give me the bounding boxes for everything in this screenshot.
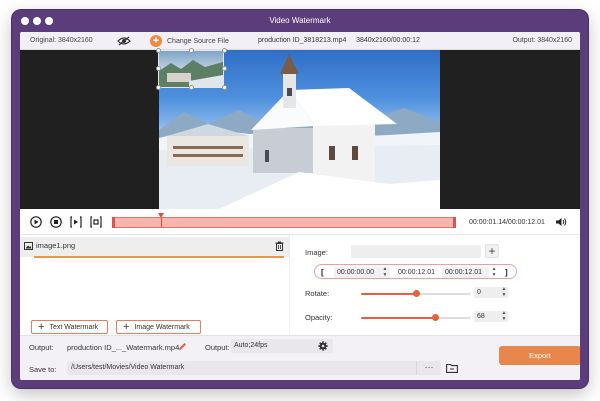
set-start-bracket-icon[interactable]: [ — [321, 268, 324, 277]
play-icon[interactable] — [30, 216, 42, 228]
export-bar: Output: production ID_..._Watermark.mp4 … — [20, 335, 580, 380]
add-icon: + — [150, 35, 162, 47]
next-frame-icon[interactable] — [70, 216, 82, 228]
rotate-slider-fill — [361, 293, 416, 295]
add-image-watermark-button[interactable]: + Image Watermark — [116, 320, 201, 334]
text-watermark-label: Text Watermark — [49, 323, 99, 331]
watermark-image — [159, 60, 223, 87]
timeline-track[interactable] — [112, 213, 456, 228]
plus-icon: + — [38, 321, 45, 333]
playhead-line — [160, 218, 162, 227]
rotate-slider-knob[interactable] — [412, 290, 420, 297]
plus-icon: + — [123, 321, 130, 333]
video-preview — [20, 48, 580, 209]
rotate-label: Rotate: — [305, 289, 330, 298]
output-resolution: Output: 3840x2160 — [512, 37, 572, 44]
folder-icon[interactable] — [446, 363, 458, 373]
opacity-slider-fill — [361, 317, 436, 319]
change-source-button[interactable]: + Change Source File — [150, 34, 229, 48]
end-time-stepper[interactable]: ▲ ▼ — [491, 266, 497, 278]
app-window: Video Watermark Original: 3840x2160 + Ch… — [12, 10, 588, 388]
opacity-slider-knob[interactable] — [432, 314, 440, 321]
opacity-label: Opacity: — [305, 313, 333, 322]
image-file-icon — [24, 242, 33, 250]
selection-underline — [34, 256, 284, 258]
export-button[interactable]: Export — [499, 346, 580, 365]
playback-controls: 00:00:01.14/00:00:12.01 — [20, 209, 580, 235]
trim-end-handle[interactable] — [453, 217, 456, 228]
opacity-slider[interactable] — [361, 314, 471, 321]
resize-handle[interactable] — [222, 85, 227, 90]
resize-handle[interactable] — [156, 85, 161, 90]
stop-icon[interactable] — [50, 216, 62, 228]
title-bar: Video Watermark — [12, 10, 588, 32]
save-path-field[interactable]: /Users/test/Movies/Video Watermark — [67, 361, 441, 375]
image-label: Image: — [305, 248, 328, 257]
duration-field: 00:00:12.01 — [398, 269, 435, 276]
trim-start-handle[interactable] — [112, 217, 115, 228]
save-to-label: Save to: — [29, 365, 57, 374]
time-range-control: [ 00:00:00.00 ▲ ▼ 00:00:12.01 00:00:12.01… — [314, 264, 517, 279]
watermark-settings-panel: Image: + [ 00:00:00.00 ▲ ▼ 00:00:12.01 00… — [290, 235, 580, 335]
volume-icon[interactable] — [555, 217, 567, 227]
rotate-slider[interactable] — [361, 290, 471, 297]
main-content: Original: 3840x2160 + Change Source File… — [20, 32, 580, 380]
watermark-list-panel: image1.png + Text Watermark + Image Wate… — [20, 235, 290, 335]
time-readout: 00:00:01.14/00:00:12.01 — [469, 219, 545, 226]
resize-handle[interactable] — [189, 85, 194, 90]
output-file-name: production ID_..._Watermark.mp4 — [67, 343, 180, 352]
trash-icon[interactable] — [275, 241, 284, 251]
rotate-stepper[interactable]: ▲ ▼ — [500, 286, 508, 298]
list-item[interactable]: image1.png — [20, 237, 290, 258]
eye-hidden-icon[interactable] — [117, 36, 131, 46]
start-time-stepper[interactable]: ▲ ▼ — [382, 266, 388, 278]
output-label: Output: — [29, 343, 54, 352]
end-time-field[interactable]: 00:00:12.01 — [442, 267, 489, 278]
format-label: Output: — [205, 343, 230, 352]
resize-handle[interactable] — [222, 66, 227, 71]
change-source-label: Change Source File — [167, 37, 229, 45]
resize-handle[interactable] — [222, 48, 227, 53]
watermark-file-name: image1.png — [36, 241, 76, 250]
gear-icon[interactable] — [318, 341, 328, 351]
resize-handle[interactable] — [189, 48, 194, 53]
image-path-field[interactable] — [351, 245, 481, 258]
original-resolution: Original: 3840x2160 — [30, 37, 93, 44]
image-watermark-label: Image Watermark — [134, 323, 190, 331]
info-bar: Original: 3840x2160 + Change Source File… — [20, 32, 580, 50]
crop-frame-icon[interactable] — [90, 216, 102, 228]
watermark-overlay[interactable] — [158, 50, 224, 88]
resize-handle[interactable] — [156, 48, 161, 53]
opacity-stepper[interactable]: ▲ ▼ — [500, 310, 508, 322]
window-title: Video Watermark — [269, 16, 331, 25]
file-info: production ID_3818213.mp4 3840x2160/00:0… — [258, 37, 420, 44]
resize-handle[interactable] — [156, 66, 161, 71]
add-text-watermark-button[interactable]: + Text Watermark — [31, 320, 108, 334]
pencil-icon[interactable] — [178, 342, 187, 351]
add-image-button[interactable]: + — [485, 244, 499, 258]
set-end-bracket-icon[interactable]: ] — [505, 268, 508, 277]
browse-button[interactable]: ··· — [416, 361, 441, 375]
